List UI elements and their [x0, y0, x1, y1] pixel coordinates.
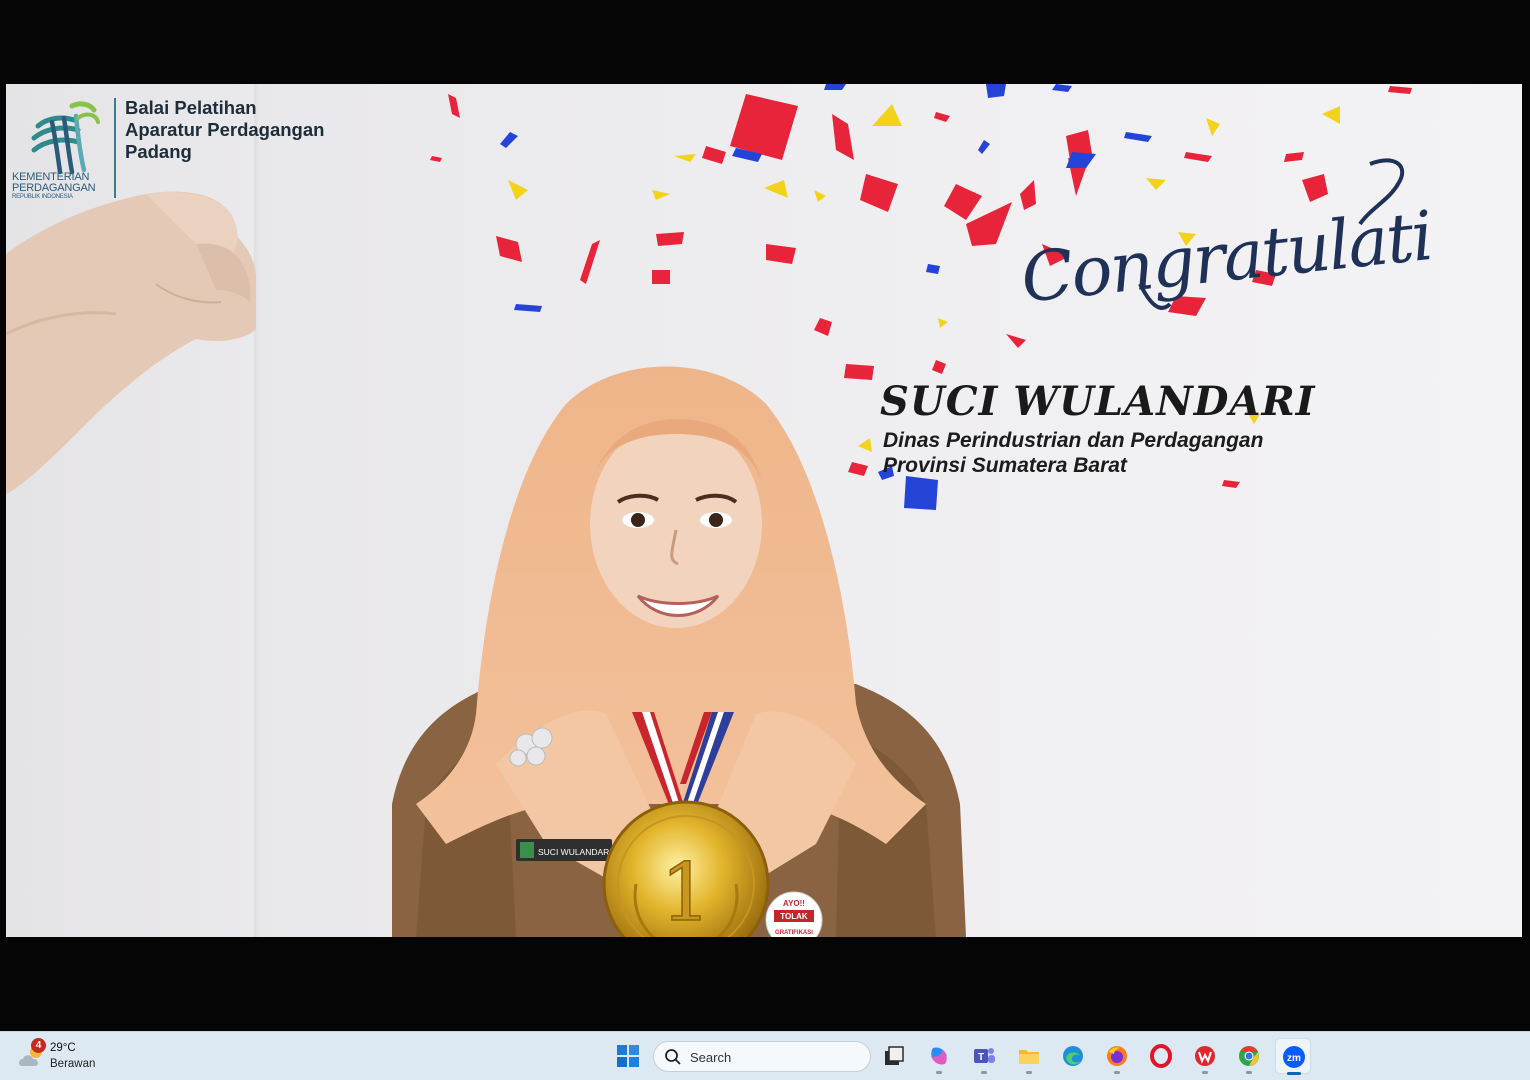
weather-temperature: 29°C [50, 1042, 76, 1054]
svg-text:AYO!!: AYO!! [783, 899, 805, 908]
weather-condition: Berawan [50, 1058, 96, 1070]
opera-icon [1150, 1044, 1172, 1068]
taskbar-firefox[interactable] [1099, 1038, 1135, 1074]
windows-start-button[interactable] [612, 1040, 644, 1072]
taskbar-wps-office[interactable] [1187, 1038, 1223, 1074]
taskbar-zoom[interactable]: zm [1275, 1038, 1311, 1075]
edge-icon [1063, 1046, 1083, 1066]
weather-widget[interactable]: 4 29°C Berawan [16, 1038, 136, 1076]
svg-text:T: T [978, 1052, 984, 1063]
search-icon [665, 1049, 681, 1065]
taskbar-copilot[interactable] [921, 1038, 957, 1074]
medal-rank: 1 [661, 846, 712, 937]
winner-organization: Dinas Perindustrian dan Perdagangan Prov… [883, 429, 1264, 477]
windows-taskbar: 4 29°C Berawan Search T zm [0, 1031, 1530, 1080]
winner-photo: SUCI WULANDARI AYO!! TOLAK GRATIFIKASI 1 [392, 366, 966, 937]
taskbar-opera[interactable] [1143, 1038, 1179, 1074]
search-input[interactable] [690, 1046, 860, 1068]
chrome-icon [1239, 1046, 1259, 1066]
taskbar-chrome[interactable] [1231, 1038, 1267, 1074]
svg-text:Congratulations: Congratulations [1017, 185, 1430, 319]
svg-text:zm: zm [1287, 1053, 1301, 1064]
zoom-icon: zm [1283, 1046, 1305, 1068]
shared-video-frame: KEMENTERIAN PERDAGANGAN REPUBLIK INDONES… [6, 84, 1522, 937]
zoom-meeting-screen: KEMENTERIAN PERDAGANGAN REPUBLIK INDONES… [0, 0, 1530, 1080]
taskbar-teams[interactable]: T [966, 1038, 1002, 1074]
winner-name: SUCI WULANDARI [880, 378, 1316, 425]
weather-badge: 4 [31, 1038, 46, 1053]
wps-office-icon [1195, 1046, 1215, 1066]
name-tag-text: SUCI WULANDARI [538, 847, 612, 857]
copilot-icon [931, 1047, 947, 1065]
taskbar-edge[interactable] [1055, 1038, 1091, 1074]
taskbar-task-view[interactable] [876, 1038, 912, 1074]
taskbar-file-explorer[interactable] [1011, 1038, 1047, 1074]
taskbar-search[interactable] [653, 1041, 871, 1072]
teams-icon: T [974, 1048, 995, 1063]
file-explorer-icon [1019, 1050, 1039, 1064]
firefox-icon [1107, 1046, 1127, 1066]
svg-text:GRATIFIKASI: GRATIFIKASI [775, 930, 813, 936]
congratulations-script: Congratulations [1017, 158, 1430, 319]
svg-text:TOLAK: TOLAK [780, 912, 808, 921]
task-view-icon [885, 1046, 904, 1065]
